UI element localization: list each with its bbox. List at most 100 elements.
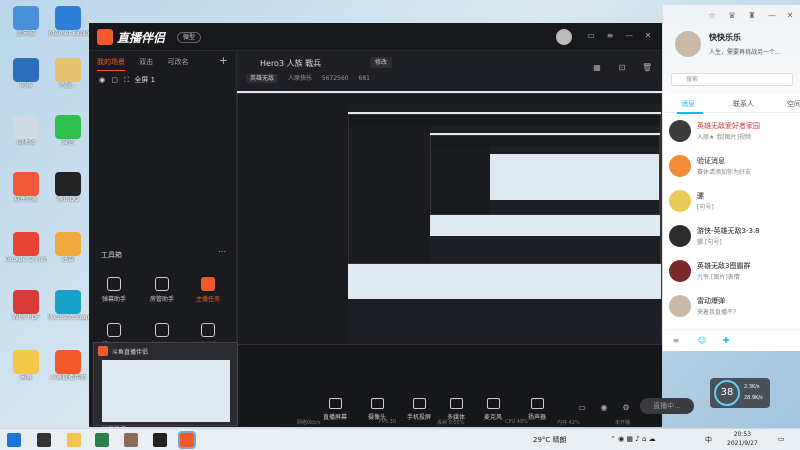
settings-icon[interactable]: ⚙ <box>621 403 631 413</box>
contacts-icon[interactable]: ☺ <box>697 336 707 346</box>
main-area: Hero3 人族 戰兵 修改 ▦ ⊡ 🗑 英雄无敌 人原快乐 5672560 6… <box>237 51 694 427</box>
desktop-icon[interactable]: 网络 <box>5 58 47 96</box>
minimize-icon[interactable]: — <box>767 11 777 21</box>
apps-icon[interactable]: ✚ <box>721 336 731 346</box>
taskview-icon[interactable] <box>37 433 51 447</box>
taskbar: 29°C 晴朗 ⌃ ◉ ▦ ♪ ⌂ ☁ 中 20:53 2021/9/27 ▭ <box>0 428 800 450</box>
go-live-button[interactable]: 直播中... <box>640 398 694 414</box>
qq-conversation[interactable]: 骡 [句号] <box>669 188 797 220</box>
scene-item[interactable]: ◉ ▢ ⛶ 全屏 1 <box>99 75 155 85</box>
shirt-icon[interactable]: ♜ <box>747 11 757 21</box>
douyu-taskbar-icon[interactable] <box>178 431 196 449</box>
desktop-icon[interactable]: 闲鱼 <box>5 350 47 388</box>
desktop-icon[interactable]: Internet Explorer <box>47 6 89 44</box>
eye-icon[interactable]: ◉ <box>99 76 105 84</box>
control-button[interactable]: 麦克风 <box>477 398 509 421</box>
tool-label: 弹幕助手 <box>101 296 126 303</box>
category-badge[interactable]: 英雄无敌 <box>246 74 279 83</box>
lock-icon[interactable]: ▢ <box>111 76 118 84</box>
title-bar: 直播伴侣 微型 ▭ ≡ — ✕ <box>89 23 662 51</box>
minimize-icon[interactable]: — <box>624 31 634 41</box>
qq-signature[interactable]: 人生，需要再挑战另一个... <box>709 47 781 56</box>
close-icon[interactable]: ✕ <box>785 11 795 21</box>
control-button[interactable]: 摄像头 <box>361 398 393 421</box>
add-scene-button[interactable]: + <box>219 54 228 67</box>
tool-item[interactable]: 房管助手 <box>143 277 181 303</box>
desktop-icon-label: 此电脑 <box>16 30 35 37</box>
qq-search-input[interactable]: 搜索 <box>671 73 793 86</box>
download-speed: 28.9K/s <box>744 395 763 401</box>
control-button[interactable]: 直播屏幕 <box>319 398 351 421</box>
desktop-icon[interactable]: 腾讯QQ <box>47 172 89 210</box>
tool-item[interactable]: 主播任务 <box>189 277 227 303</box>
desktop-icon-label: 软件管家 <box>13 196 38 203</box>
weather-text[interactable]: 29°C 晴朗 <box>533 435 567 445</box>
eye-icon[interactable]: ◉ <box>599 403 609 413</box>
app-icon[interactable] <box>95 433 109 447</box>
app-brand: 直播伴侣 <box>117 31 166 45</box>
control-button[interactable]: 扬声器 <box>521 398 553 421</box>
desktop-icon[interactable]: 迅雷 <box>47 232 89 270</box>
tab-double-click[interactable]: 双击 <box>139 57 153 70</box>
desktop-icon[interactable]: 软件管家 <box>5 172 47 210</box>
status-item: 未开播 <box>615 420 631 426</box>
star-icon[interactable]: ☆ <box>707 11 717 21</box>
qq-conversation[interactable]: 英雄无敌爱好者家园 人原★ 我[图片]视频 <box>669 118 797 150</box>
desktop-icon[interactable]: 微信 <box>47 115 89 153</box>
skin-icon[interactable]: ♛ <box>727 11 737 21</box>
layout-icon[interactable]: ▦ <box>592 63 602 73</box>
control-button[interactable]: 手机投屏 <box>403 398 435 421</box>
desktop-icon[interactable]: 回收站 <box>5 115 47 153</box>
network-widget[interactable]: 38 2.3K/s 28.9K/s <box>710 378 770 408</box>
conversation-name: 英雄无敌3图霸群 <box>697 262 751 270</box>
desktop-app-icon <box>55 290 81 314</box>
delete-icon[interactable]: 🗑 <box>642 63 652 73</box>
app-icon-2[interactable] <box>124 433 138 447</box>
preview-canvas[interactable] <box>237 91 662 393</box>
start-icon[interactable] <box>7 433 21 447</box>
desktop-icon[interactable]: Microsoft Edge <box>47 290 89 328</box>
feedback-icon[interactable]: ▭ <box>586 31 596 41</box>
app-preview-popup[interactable]: 斗鱼直播伴侣 <box>93 342 238 426</box>
menu-icon[interactable]: ≡ <box>605 31 615 41</box>
app-icon-3[interactable] <box>153 433 167 447</box>
desktop-icon[interactable]: 鸡腿... <box>47 58 89 96</box>
qq-conversation[interactable]: 雷动爆弹 来着我直播不? <box>669 293 797 325</box>
control-button[interactable]: 多媒体 <box>440 398 472 421</box>
desktop-icon[interactable]: 斗鱼直播伴侣 <box>47 350 89 388</box>
clock[interactable]: 20:53 2021/9/27 <box>727 430 758 448</box>
tool-item[interactable]: 弹幕助手 <box>95 277 133 303</box>
time: 20:53 <box>733 431 752 438</box>
desktop-icon-label: 斗鱼直播伴侣 <box>49 374 86 381</box>
close-icon[interactable]: ✕ <box>643 31 653 41</box>
desktop-app-icon <box>13 58 39 82</box>
qq-conversation[interactable]: 验证消息 赛休请添加你为好友 <box>669 153 797 185</box>
qq-conversation[interactable]: 游侠-英雄无敌3-3.8 骡:[句号] <box>669 223 797 255</box>
lock-layout-icon[interactable]: ⊡ <box>617 63 627 73</box>
desktop-icon-label: Google Chrome <box>5 256 47 263</box>
file-explorer-icon[interactable] <box>67 433 81 447</box>
record-icon[interactable]: ▭ <box>577 403 587 413</box>
tab-space[interactable]: 空间 <box>787 99 800 109</box>
conversation-avatar <box>669 260 691 282</box>
tab-my-scenes[interactable]: 我的场景 <box>97 57 125 71</box>
qq-conversation[interactable]: 英雄无敌3图霸群 九爷:[图片]表情 <box>669 258 797 290</box>
ime-indicator[interactable]: 中 <box>705 435 712 445</box>
desktop-icon[interactable]: WPS PDF <box>5 290 47 328</box>
tab-messages[interactable]: 消息 <box>681 99 695 109</box>
desktop-icon[interactable]: 此电脑 <box>5 6 47 44</box>
mode-badge[interactable]: 微型 <box>177 32 202 43</box>
user-avatar[interactable] <box>556 29 572 45</box>
tray-icons[interactable]: ⌃ ◉ ▦ ♪ ⌂ ☁ <box>610 435 656 443</box>
tool-icon <box>155 323 169 337</box>
conversation-snippet: 九爷:[图片]表情 <box>697 274 740 281</box>
notification-icon[interactable]: ▭ <box>778 435 785 443</box>
more-tools-icon[interactable]: ⋯ <box>217 247 227 257</box>
qq-avatar[interactable] <box>675 31 701 57</box>
desktop-icon[interactable]: Google Chrome <box>5 232 47 270</box>
menu-icon[interactable]: ≡ <box>671 336 681 346</box>
qq-nickname[interactable]: 快快乐乐 <box>709 32 741 43</box>
tab-contacts[interactable]: 联系人 <box>733 99 754 109</box>
tab-rename[interactable]: 可改名 <box>167 57 188 70</box>
edit-title-button[interactable]: 修改 <box>370 57 393 68</box>
